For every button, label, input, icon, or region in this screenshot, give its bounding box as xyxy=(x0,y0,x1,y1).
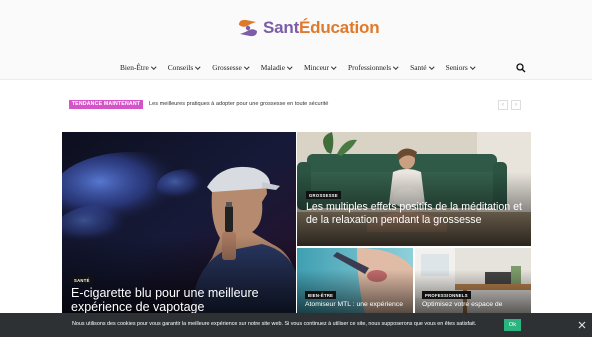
nav-item-professionnels[interactable]: Professionnels xyxy=(348,63,399,72)
chevron-down-icon xyxy=(287,64,293,69)
category-badge[interactable]: BIEN-ÊTRE xyxy=(305,291,337,299)
nav-item-seniors[interactable]: Seniors xyxy=(446,63,475,72)
article-title[interactable]: Atomiseur MTL : une expérience xyxy=(305,301,409,309)
nav-item-grossesse[interactable]: Grossesse xyxy=(212,63,249,72)
category-badge[interactable]: SANTÉ xyxy=(71,276,93,284)
close-icon[interactable] xyxy=(578,321,586,329)
category-badge[interactable]: GROSSESSE xyxy=(306,191,341,199)
trending-arrows: ‹ › xyxy=(498,100,521,110)
logo-mark-icon xyxy=(239,19,257,37)
cookie-accept-button[interactable]: Ok xyxy=(504,319,521,331)
chevron-left-icon: ‹ xyxy=(502,102,504,108)
logo-text: SantÉducation xyxy=(263,18,380,37)
chevron-right-icon: › xyxy=(515,102,517,108)
site-logo[interactable]: SantÉducation xyxy=(236,16,380,40)
chevron-down-icon xyxy=(393,64,399,69)
trending-badge: TENDANCE MAINTENANT xyxy=(69,100,143,109)
chevron-down-icon xyxy=(428,64,434,69)
nav-menu: Bien-Être Conseils Grossesse Maladie Min… xyxy=(120,63,487,72)
nav-item-sante[interactable]: Santé xyxy=(410,63,434,72)
chevron-down-icon xyxy=(331,64,337,69)
cookie-banner: Nous utilisons des cookies pour vous gar… xyxy=(0,313,592,337)
main-navigation: Bien-Être Conseils Grossesse Maladie Min… xyxy=(0,58,592,80)
chevron-down-icon xyxy=(470,64,475,69)
chevron-down-icon xyxy=(195,64,201,69)
chevron-down-icon xyxy=(151,64,156,69)
nav-item-maladie[interactable]: Maladie xyxy=(261,63,293,72)
featured-article-bottom-left[interactable]: BIEN-ÊTRE Atomiseur MTL : une expérience xyxy=(297,248,413,320)
nav-item-bien-etre[interactable]: Bien-Être xyxy=(120,63,156,72)
trending-headline-link[interactable]: Les meilleures pratiques à adopter pour … xyxy=(149,101,328,107)
article-image xyxy=(415,248,531,320)
featured-article-bottom-right[interactable]: PROFESSIONNELS Optimisez votre espace de xyxy=(415,248,531,320)
trending-next-button[interactable]: › xyxy=(511,100,521,110)
search-icon[interactable] xyxy=(516,63,526,73)
featured-article-main[interactable]: SANTÉ E-cigarette blu pour une meilleure… xyxy=(62,132,296,320)
category-badge[interactable]: PROFESSIONNELS xyxy=(422,291,471,299)
featured-article-top[interactable]: GROSSESSE Les multiples effets positifs … xyxy=(297,132,531,246)
article-title[interactable]: E-cigarette blu pour une meilleure expér… xyxy=(71,286,281,314)
article-image xyxy=(297,132,531,246)
trending-bar: TENDANCE MAINTENANT Les meilleures prati… xyxy=(69,100,529,110)
chevron-down-icon xyxy=(244,64,249,69)
article-title[interactable]: Optimisez votre espace de xyxy=(422,301,526,309)
nav-item-minceur[interactable]: Minceur xyxy=(304,63,337,72)
article-title[interactable]: Les multiples effets positifs de la médi… xyxy=(306,201,522,227)
nav-item-conseils[interactable]: Conseils xyxy=(168,63,201,72)
cookie-message: Nous utilisons des cookies pour vous gar… xyxy=(72,321,477,327)
trending-prev-button[interactable]: ‹ xyxy=(498,100,508,110)
article-image xyxy=(297,248,413,320)
